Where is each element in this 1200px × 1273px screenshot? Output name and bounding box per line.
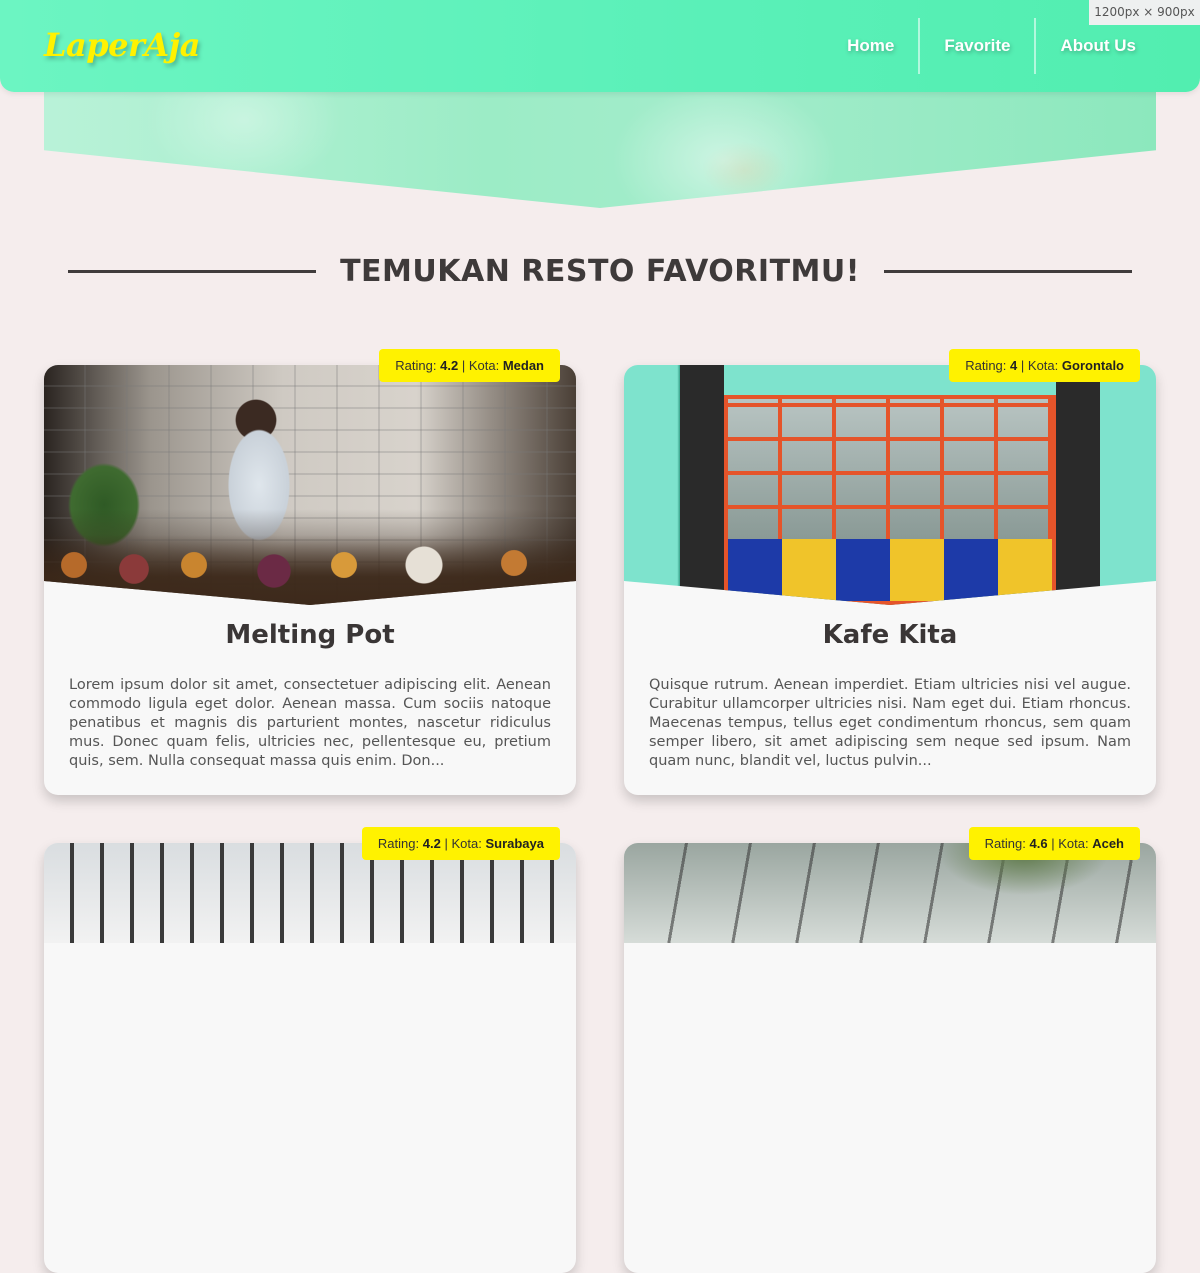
restaurant-description: Quisque rutrum. Aenean imperdiet. Etiam … xyxy=(649,677,1131,769)
rating-city-badge: Rating: 4.2 | Kota: Surabaya xyxy=(361,827,560,860)
badge-separator: | xyxy=(1020,358,1025,373)
rating-value: 4 xyxy=(1010,358,1018,373)
storefront-window xyxy=(724,395,1056,605)
color-panels xyxy=(728,539,1052,601)
window-grid xyxy=(728,399,1052,539)
nav-about-link[interactable]: About Us xyxy=(1036,18,1160,74)
rating-city-badge: Rating: 4 | Kota: Gorontalo xyxy=(949,349,1140,382)
restaurant-name[interactable]: Melting Pot xyxy=(44,620,576,650)
viewport-size-indicator: 1200px × 900px xyxy=(1089,0,1200,25)
nav-favorite-link[interactable]: Favorite xyxy=(920,18,1034,74)
rating-value: 4.2 xyxy=(440,358,459,373)
rating-city-badge: Rating: 4.6 | Kota: Aceh xyxy=(968,827,1140,860)
restaurant-card[interactable]: Rating: 4.6 | Kota: Aceh xyxy=(624,827,1156,1273)
heading-line-right xyxy=(883,269,1133,273)
rating-label: Rating: xyxy=(984,836,1026,851)
rating-city-badge: Rating: 4.2 | Kota: Medan xyxy=(379,349,560,382)
restaurant-image xyxy=(624,365,1156,605)
rating-value: 4.6 xyxy=(1029,836,1048,851)
city-value: Gorontalo xyxy=(1061,358,1124,373)
brand-logo[interactable]: LaperAja xyxy=(44,26,200,64)
city-value: Medan xyxy=(502,358,544,373)
heading-line-left xyxy=(68,269,317,273)
city-value: Aceh xyxy=(1092,836,1124,851)
restaurant-card[interactable]: Rating: 4 | Kota: Gorontalo Kafe Kita Qu… xyxy=(624,349,1156,795)
restaurant-name[interactable]: Kafe Kita xyxy=(624,620,1156,650)
restaurant-card[interactable]: Rating: 4.2 | Kota: Medan Melting Pot Lo… xyxy=(44,349,576,795)
city-label: Kota: xyxy=(1027,358,1059,373)
rating-value: 4.2 xyxy=(422,836,441,851)
restaurant-description: Lorem ipsum dolor sit amet, consectetuer… xyxy=(69,677,551,769)
section-title: TEMUKAN RESTO FAVORITMU! xyxy=(340,253,860,289)
nav-home-link[interactable]: Home xyxy=(823,18,918,74)
badge-separator: | xyxy=(444,836,448,851)
city-label: Kota: xyxy=(468,358,500,373)
rating-label: Rating: xyxy=(377,836,420,851)
restaurant-card[interactable]: Rating: 4.2 | Kota: Surabaya xyxy=(44,827,576,1273)
city-label: Kota: xyxy=(451,836,482,851)
section-heading: TEMUKAN RESTO FAVORITMU! xyxy=(68,245,1133,297)
rating-label: Rating: xyxy=(965,358,1007,373)
restaurant-image xyxy=(44,365,576,605)
rating-label: Rating: xyxy=(395,358,437,373)
app-header: LaperAja Home Favorite About Us xyxy=(0,0,1200,92)
badge-separator: | xyxy=(1051,836,1055,851)
badge-separator: | xyxy=(461,358,466,373)
city-label: Kota: xyxy=(1058,836,1089,851)
city-value: Surabaya xyxy=(485,836,544,851)
main-nav: Home Favorite About Us xyxy=(823,18,1160,74)
